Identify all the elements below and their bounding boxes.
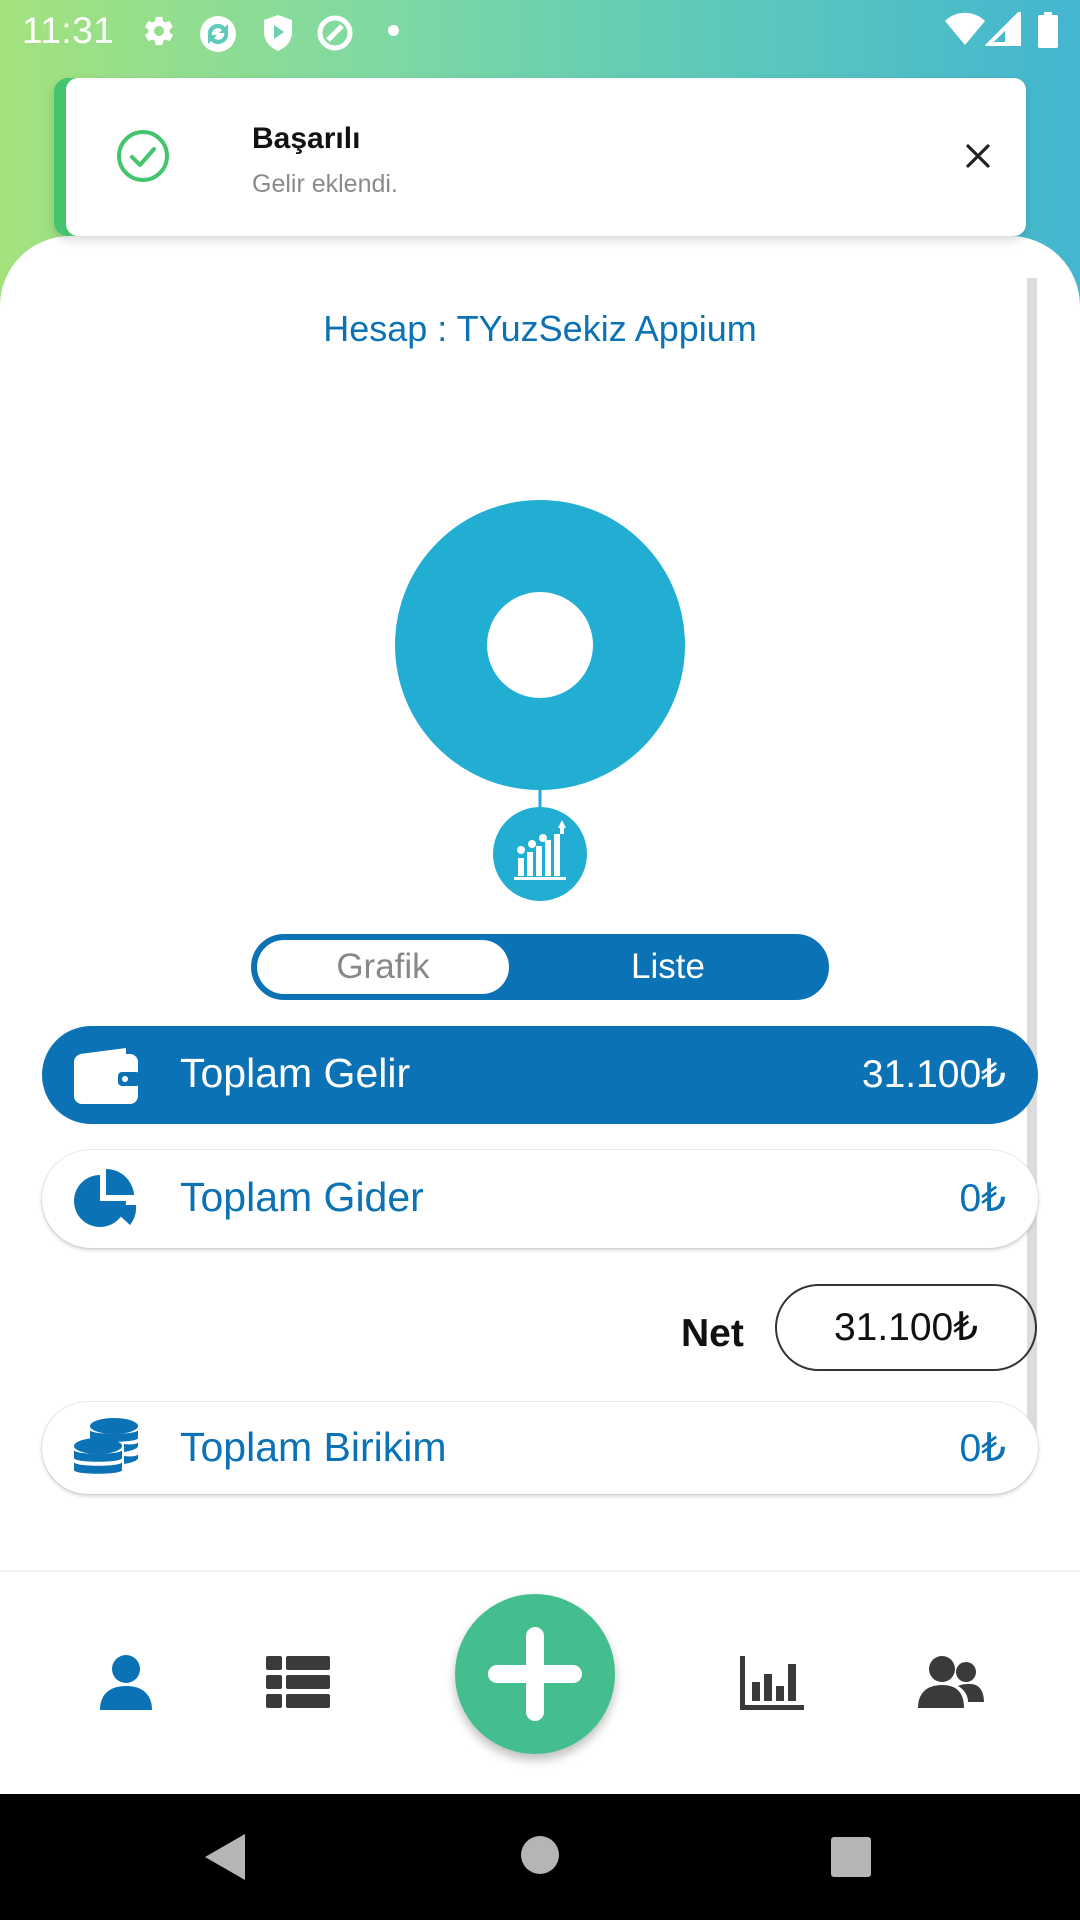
bar-chart-icon[interactable] xyxy=(740,1656,804,1715)
wifi-icon xyxy=(945,12,985,51)
status-time: 11:31 xyxy=(22,10,115,51)
status-bar: 11:31 xyxy=(0,0,1080,62)
donut-slice-0[interactable] xyxy=(395,500,685,790)
recents-icon[interactable] xyxy=(831,1837,871,1882)
back-icon[interactable] xyxy=(205,1834,245,1885)
coins-icon xyxy=(72,1416,140,1487)
total-income-label: Toplam Gelir xyxy=(180,1050,411,1096)
close-icon[interactable] xyxy=(960,138,996,179)
tab-grafik[interactable]: Grafik xyxy=(257,940,509,994)
toast-body: Başarılı Gelir eklendi. xyxy=(66,78,1026,236)
total-savings-row[interactable]: Toplam Birikim 0₺ xyxy=(42,1402,1038,1494)
net-label: Net xyxy=(681,1312,744,1355)
dot-icon xyxy=(388,25,399,36)
total-savings-label: Toplam Birikim xyxy=(180,1424,447,1470)
check-circle-icon xyxy=(116,129,170,188)
total-income-row[interactable]: Toplam Gelir 31.100₺ xyxy=(42,1026,1038,1124)
net-value: 31.100₺ xyxy=(775,1284,1037,1371)
user-icon[interactable] xyxy=(98,1654,154,1715)
home-icon[interactable] xyxy=(521,1836,559,1879)
system-navigation-bar xyxy=(0,1794,1080,1920)
scrollbar[interactable] xyxy=(1027,278,1037,1453)
toast-title: Başarılı xyxy=(252,122,361,155)
pie-chart-icon xyxy=(72,1168,138,1236)
total-expense-label: Toplam Gider xyxy=(180,1174,424,1220)
donut-chart-svg xyxy=(395,500,685,901)
toast-message: Gelir eklendi. xyxy=(252,170,398,198)
success-toast: Başarılı Gelir eklendi. xyxy=(54,78,1026,236)
total-expense-row[interactable]: Toplam Gider 0₺ xyxy=(42,1150,1038,1248)
gear-icon xyxy=(142,14,176,53)
sync-icon xyxy=(198,14,238,59)
list-icon[interactable] xyxy=(266,1656,330,1713)
wallet-icon xyxy=(72,1046,140,1111)
total-expense-value: 0₺ xyxy=(959,1177,1006,1220)
add-button[interactable] xyxy=(455,1594,615,1754)
tab-liste[interactable]: Liste xyxy=(513,938,823,996)
chart-legend-icon[interactable] xyxy=(493,807,587,901)
battery-icon xyxy=(1038,12,1058,53)
total-savings-value: 0₺ xyxy=(959,1427,1006,1470)
donut-chart xyxy=(380,490,700,915)
account-title: Hesap : TYuzSekiz Appium xyxy=(323,308,757,349)
signal-icon xyxy=(984,9,1021,51)
main-card xyxy=(0,236,1080,1796)
total-income-value: 31.100₺ xyxy=(861,1053,1006,1096)
view-toggle: Grafik Liste xyxy=(251,934,829,1000)
at-sign-icon xyxy=(316,14,354,57)
users-icon[interactable] xyxy=(918,1656,984,1713)
add-icon xyxy=(488,1627,582,1721)
play-shield-icon xyxy=(262,14,294,57)
